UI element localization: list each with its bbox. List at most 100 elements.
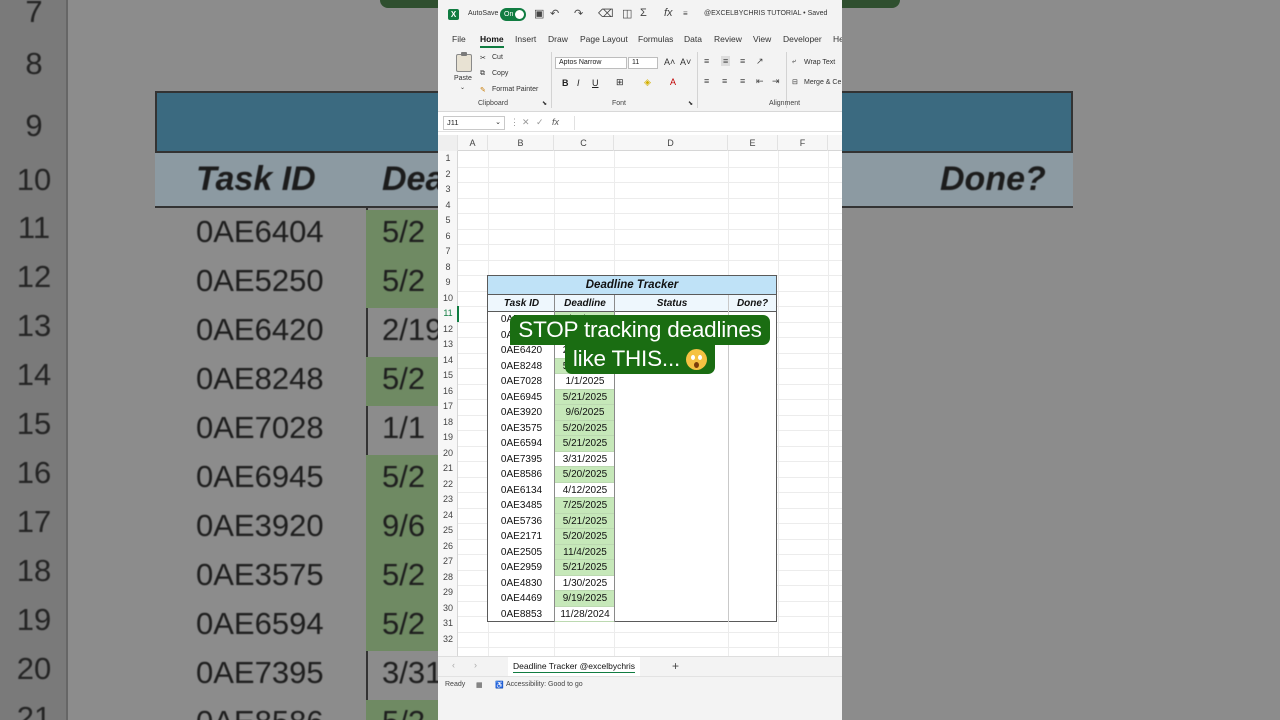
deadline-cell[interactable]: 9/6/2025 (555, 405, 615, 421)
sheet-tab-deadline-tracker[interactable]: Deadline Tracker @excelbychris (508, 657, 641, 676)
tab-home[interactable]: Home (480, 34, 504, 48)
header-done[interactable]: Done? (729, 295, 776, 312)
row-header[interactable]: 21 (438, 461, 458, 477)
row-header[interactable]: 16 (438, 384, 458, 400)
font-size-dropdown[interactable]: 11 (628, 57, 658, 69)
deadline-cell[interactable]: 9/19/2025 (555, 591, 615, 607)
task-id-cell[interactable]: 0AE3575 (488, 421, 555, 437)
table-title[interactable]: Deadline Tracker (488, 276, 776, 295)
task-id-cell[interactable]: 0AE4469 (488, 591, 555, 607)
row-header[interactable]: 6 (438, 229, 458, 245)
task-id-cell[interactable]: 0AE6134 (488, 483, 555, 499)
row-header[interactable]: 9 (438, 275, 458, 291)
header-deadline[interactable]: Deadline (555, 295, 615, 312)
tab-review[interactable]: Review (714, 34, 742, 44)
document-title[interactable]: @EXCELBYCHRIS TUTORIAL • Saved (704, 10, 827, 17)
deadline-cell[interactable]: 5/21/2025 (555, 513, 615, 529)
merge-icon[interactable]: ⊟ (792, 78, 798, 86)
deadline-cell[interactable]: 3/31/2025 (555, 452, 615, 468)
autosave-toggle[interactable]: On (500, 8, 526, 21)
header-status[interactable]: Status (615, 295, 729, 312)
task-id-cell[interactable]: 0AE7395 (488, 452, 555, 468)
confirm-entry-icon[interactable]: ✓ (536, 117, 544, 128)
tab-insert[interactable]: Insert (515, 34, 536, 44)
task-id-cell[interactable]: 0AE5736 (488, 514, 555, 530)
task-id-cell[interactable]: 0AE4830 (488, 576, 555, 592)
more-options-icon[interactable]: ⋮ (510, 117, 519, 128)
row-header[interactable]: 11 (438, 306, 459, 322)
undo-icon[interactable]: ↶ (550, 7, 559, 20)
paste-button[interactable]: Paste (454, 75, 472, 82)
font-color-icon[interactable]: A (670, 77, 676, 87)
row-header[interactable]: 14 (438, 353, 458, 369)
deadline-cell[interactable]: 4/12/2025 (555, 483, 615, 499)
increase-indent-icon[interactable]: ⇥ (772, 76, 780, 87)
column-header-d[interactable]: D (614, 135, 728, 151)
row-header[interactable]: 28 (438, 570, 458, 586)
row-header[interactable]: 20 (438, 446, 458, 462)
row-header[interactable]: 18 (438, 415, 458, 431)
next-sheet-icon[interactable]: › (474, 660, 477, 670)
accessibility-status[interactable]: Accessibility: Good to go (506, 681, 583, 688)
task-id-cell[interactable]: 0AE2171 (488, 529, 555, 545)
row-header[interactable]: 3 (438, 182, 458, 198)
tab-formulas[interactable]: Formulas (638, 34, 673, 44)
save-icon[interactable]: ▣ (534, 7, 544, 20)
row-header[interactable]: 22 (438, 477, 458, 493)
borders-icon[interactable]: ⊞ (616, 77, 624, 88)
row-header[interactable]: 30 (438, 601, 458, 617)
name-box[interactable]: J11 ⌄ (443, 116, 505, 130)
deadline-cell[interactable]: 5/21/2025 (555, 560, 615, 576)
task-id-cell[interactable]: 0AE6594 (488, 436, 555, 452)
row-header[interactable]: 17 (438, 399, 458, 415)
redo-icon[interactable]: ↷ (574, 7, 583, 20)
italic-button[interactable]: I (577, 78, 580, 88)
row-header[interactable]: 7 (438, 244, 458, 260)
task-id-cell[interactable]: 0AE2505 (488, 545, 555, 561)
font-launcher-icon[interactable]: ⬊ (688, 100, 693, 107)
row-header[interactable]: 31 (438, 616, 458, 632)
row-header[interactable]: 15 (438, 368, 458, 384)
tab-draw[interactable]: Draw (548, 34, 568, 44)
deadline-cell[interactable]: 1/1/2025 (555, 374, 615, 390)
fill-color-icon[interactable]: ◈ (644, 77, 651, 88)
font-name-dropdown[interactable]: Aptos Narrow (555, 57, 627, 69)
tab-page-layout[interactable]: Page Layout (580, 34, 628, 44)
accessibility-icon[interactable]: ♿ (495, 681, 504, 689)
customize-toolbar-icon[interactable]: ≡ (683, 9, 688, 18)
deadline-cell[interactable]: 5/20/2025 (555, 529, 615, 545)
merge-button[interactable]: Merge & Ce (804, 79, 841, 86)
column-header-f[interactable]: F (778, 135, 828, 151)
formula-input[interactable] (574, 116, 842, 130)
row-header[interactable]: 25 (438, 523, 458, 539)
copy-icon[interactable]: ⧉ (480, 70, 485, 78)
deadline-cell[interactable]: 11/4/2025 (555, 544, 615, 560)
function-icon[interactable]: fx (664, 7, 673, 19)
wrap-text-icon[interactable]: ⤶ (792, 58, 796, 66)
deadline-cell[interactable]: 5/20/2025 (555, 467, 615, 483)
column-header-e[interactable]: E (728, 135, 778, 151)
align-top-icon[interactable]: ≡ (704, 56, 709, 66)
header-task-id[interactable]: Task ID (488, 295, 555, 312)
deadline-cell[interactable]: 1/30/2025 (555, 576, 615, 592)
paste-dropdown-icon[interactable]: ⌄ (460, 84, 465, 91)
align-center-icon[interactable]: ≡ (722, 76, 727, 86)
task-id-cell[interactable]: 0AE8586 (488, 467, 555, 483)
decrease-font-icon[interactable]: A˅ (680, 57, 691, 67)
cut-icon[interactable]: ✂ (480, 54, 486, 62)
task-id-cell[interactable]: 0AE8853 (488, 607, 555, 623)
row-header[interactable]: 2 (438, 167, 458, 183)
row-header[interactable]: 1 (438, 151, 458, 167)
deadline-cell[interactable]: 5/21/2025 (555, 436, 615, 452)
macro-record-icon[interactable]: ▦ (476, 681, 483, 689)
increase-font-icon[interactable]: A˄ (664, 57, 675, 67)
row-header[interactable]: 13 (438, 337, 458, 353)
row-header[interactable]: 5 (438, 213, 458, 229)
deadline-cell[interactable]: 11/28/2024 (555, 607, 615, 623)
task-id-cell[interactable]: 0AE7028 (488, 374, 555, 390)
decrease-indent-icon[interactable]: ⇤ (756, 76, 764, 87)
underline-button[interactable]: U (592, 78, 599, 88)
copy-button[interactable]: Copy (492, 70, 508, 77)
row-header[interactable]: 10 (438, 291, 458, 307)
autosum-icon[interactable]: Σ (640, 7, 647, 19)
